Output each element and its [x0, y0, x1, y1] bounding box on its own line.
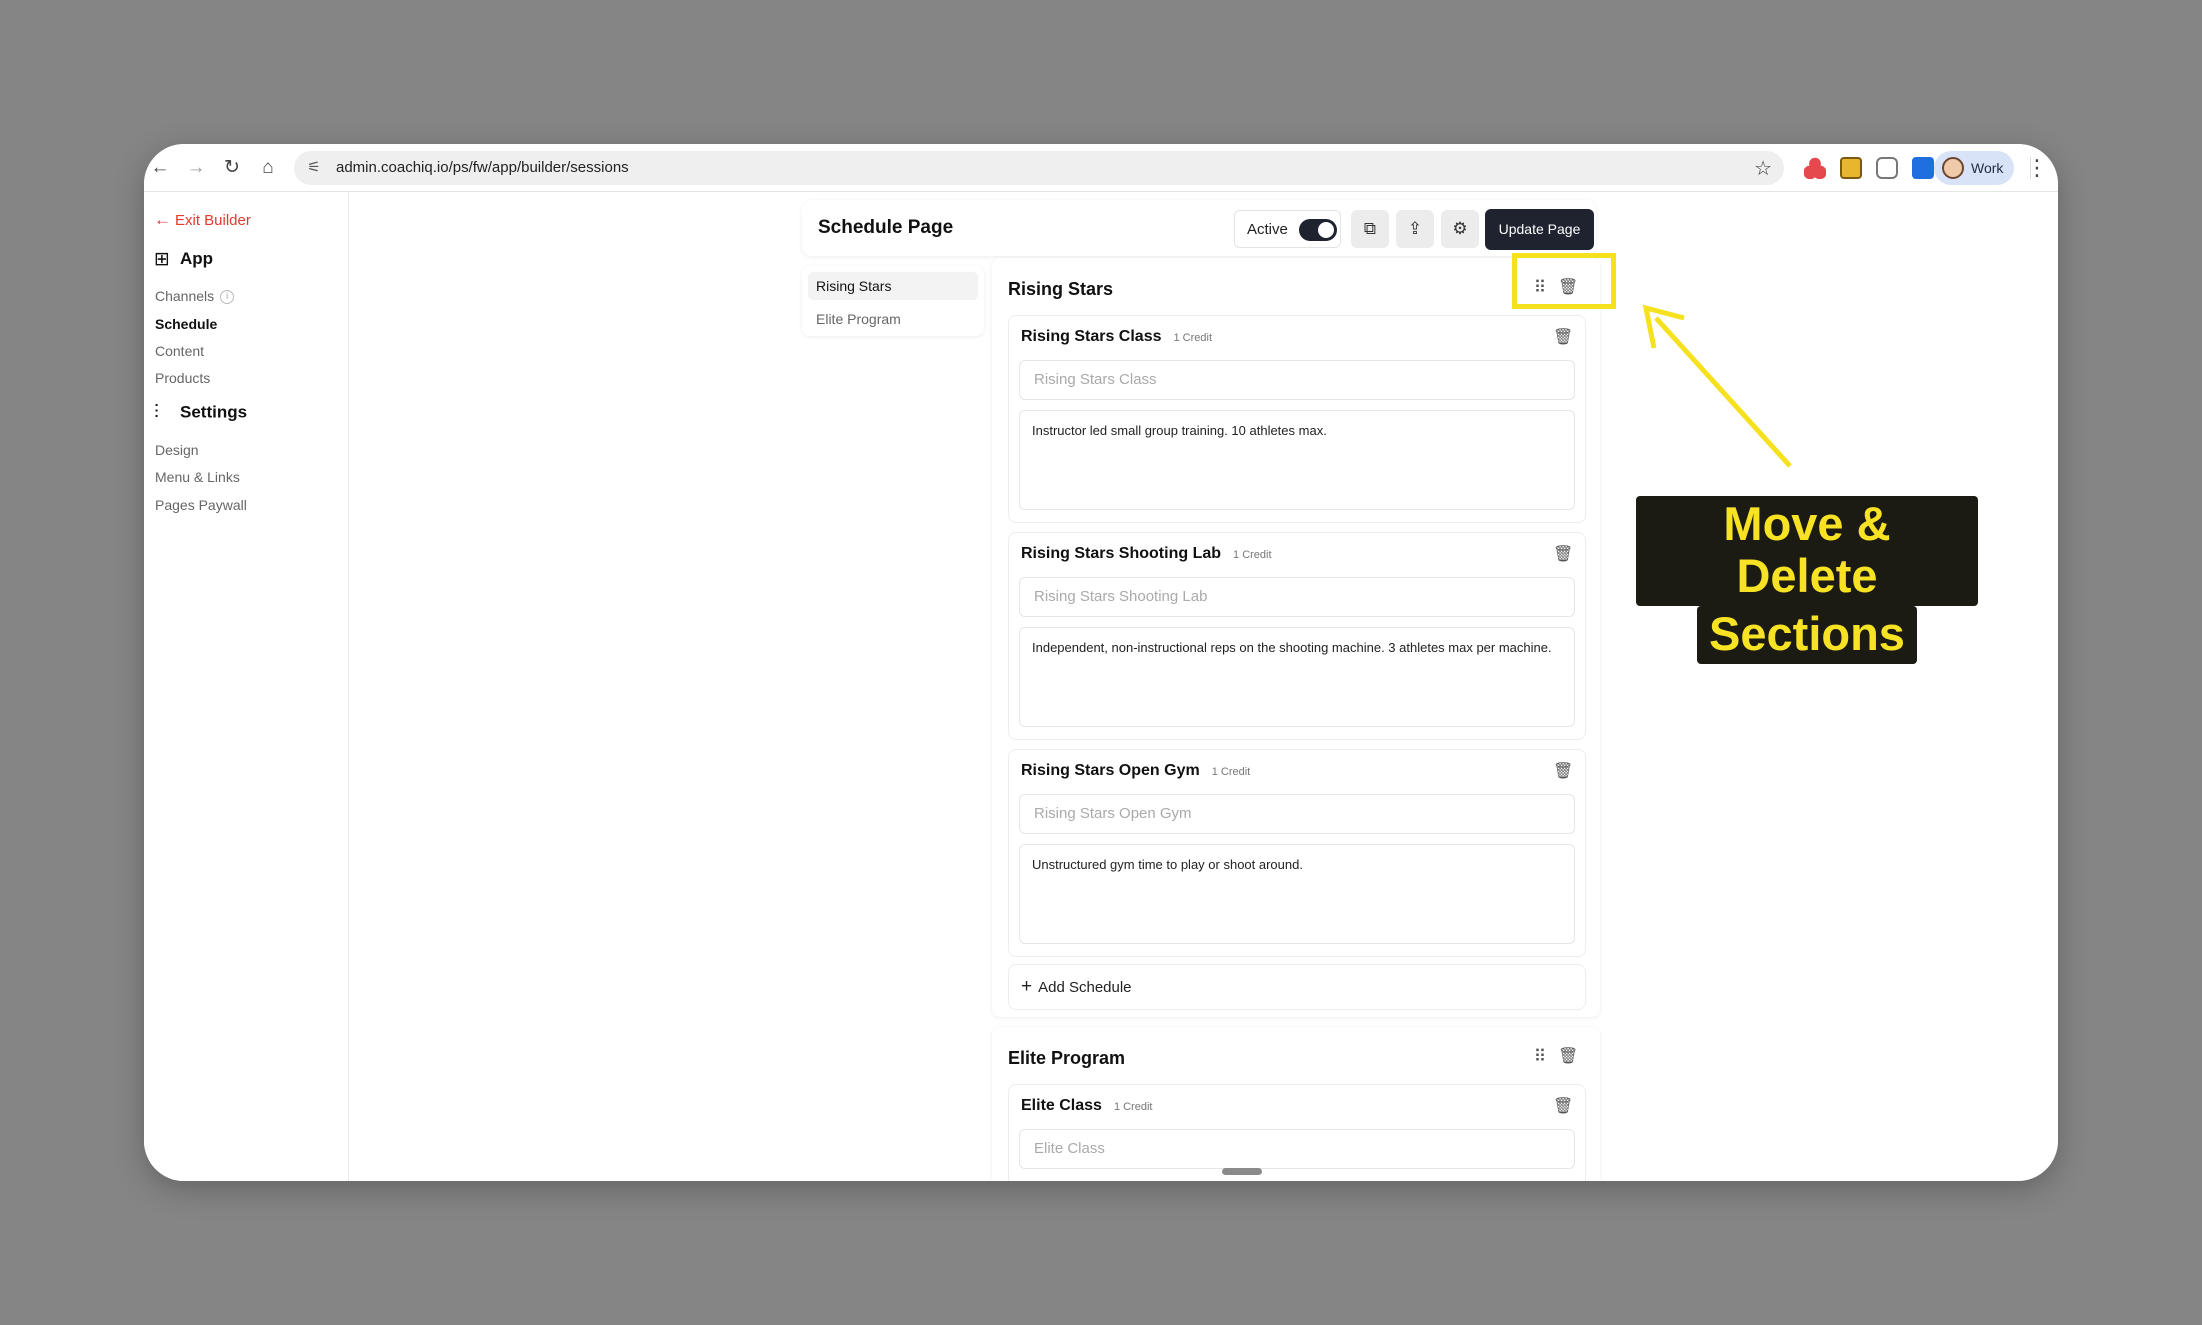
browser-toolbar: ← → ↻ ⌂ ⚟ admin.coachiq.io/ps/fw/app/bui… — [144, 144, 2058, 192]
section-rising-stars: Rising Stars ⠿ 🗑 Rising Stars Class 1 Cre… — [992, 258, 1600, 1017]
sidebar-item-pages-paywall[interactable]: Pages Paywall — [155, 497, 247, 513]
profile-label: Work — [1971, 160, 2004, 176]
settings-button[interactable]: ⚙ — [1441, 210, 1479, 248]
schedule-item-title: Rising Stars Open Gym 1 Credit — [1021, 762, 1251, 779]
page-header: Schedule Page Active ⧉ ⇪ ⚙ Update Page — [802, 200, 1596, 256]
sidebar-item-design[interactable]: Design — [155, 442, 199, 458]
plus-icon: + — [1021, 976, 1033, 997]
tab-elite-program[interactable]: Elite Program — [808, 305, 978, 333]
sidebar-item-content[interactable]: Content — [155, 343, 204, 359]
schedule-item: Rising Stars Class 1 Credit 🗑 Rising Star… — [1008, 315, 1586, 523]
callout-line-1: Move & Delete — [1636, 496, 1978, 606]
schedule-item-title: Elite Class 1 Credit — [1021, 1097, 1153, 1114]
callout-line-2: Sections — [1697, 606, 1917, 664]
address-bar[interactable]: ⚟ admin.coachiq.io/ps/fw/app/builder/ses… — [294, 151, 1784, 185]
forward-icon[interactable]: → — [184, 156, 208, 180]
url-text[interactable]: admin.coachiq.io/ps/fw/app/builder/sessi… — [336, 159, 629, 176]
arrow-left-icon: ← — [154, 210, 171, 229]
drag-handle-icon[interactable]: ⠿ — [1532, 1046, 1548, 1068]
browser-menu-icon[interactable]: ⋮ — [2026, 154, 2048, 182]
sidebar-item-channels[interactable]: Channels i — [155, 288, 235, 305]
credit-badge: 1 Credit — [1113, 1101, 1153, 1113]
extension-yellow-icon[interactable] — [1840, 157, 1862, 179]
back-icon[interactable]: ← — [148, 156, 172, 180]
info-icon: i — [220, 290, 235, 305]
update-page-button[interactable]: Update Page — [1485, 209, 1594, 250]
exit-builder-link[interactable]: ← Exit Builder — [154, 210, 251, 230]
delete-item-icon[interactable]: 🗑 — [1553, 327, 1573, 349]
schedule-item-title: Rising Stars Shooting Lab 1 Credit — [1021, 545, 1272, 562]
schedule-description-field[interactable]: Unstructured gym time to play or shoot a… — [1019, 844, 1575, 944]
annotation-callout: Move & Delete Sections — [1636, 496, 1978, 664]
delete-item-icon[interactable]: 🗑 — [1553, 544, 1573, 566]
section-elite-program: Elite Program ⠿ 🗑 Elite Class 1 Credit 🗑 … — [992, 1027, 1600, 1181]
extension-camera-icon[interactable] — [1876, 157, 1898, 179]
tab-rising-stars[interactable]: Rising Stars — [808, 272, 978, 300]
section-title: Elite Program — [1008, 1048, 1126, 1068]
credit-badge: 1 Credit — [1211, 766, 1251, 778]
site-settings-icon[interactable]: ⚟ — [304, 158, 324, 178]
section-tabs: Rising Stars Elite Program — [802, 266, 984, 336]
share-button[interactable]: ⇪ — [1396, 210, 1434, 248]
sidebar-item-menu-links[interactable]: Menu & Links — [155, 469, 240, 485]
schedule-description-field[interactable]: Independent, non-instructional reps on t… — [1019, 627, 1575, 727]
schedule-description-field[interactable]: Instructor led small group training. 10 … — [1019, 410, 1575, 510]
page-title: Schedule Page — [818, 217, 954, 238]
active-toggle-box[interactable]: Active — [1234, 210, 1341, 248]
horizontal-scrollbar[interactable] — [1222, 1168, 1262, 1175]
active-label: Active — [1247, 221, 1288, 238]
profile-chip[interactable]: Work — [1934, 151, 2014, 185]
delete-section-icon[interactable]: 🗑 — [1558, 1046, 1578, 1068]
reload-icon[interactable]: ↻ — [220, 156, 244, 180]
apps-grid-icon: ⊞ — [154, 249, 170, 270]
sidebar-item-products[interactable]: Products — [155, 370, 210, 386]
add-schedule-button[interactable]: + Add Schedule — [1008, 964, 1586, 1010]
home-icon[interactable]: ⌂ — [256, 156, 280, 180]
sliders-icon: ⫶ — [154, 402, 159, 423]
builder-sidebar: ← Exit Builder ⊞ App Channels i Schedule Co… — [144, 192, 349, 1181]
schedule-item: Rising Stars Shooting Lab 1 Credit 🗑 Risi… — [1008, 532, 1586, 740]
schedule-name-input[interactable]: Rising Stars Open Gym — [1019, 794, 1575, 834]
avatar — [1942, 157, 1964, 179]
active-toggle[interactable] — [1299, 219, 1337, 241]
settings-heading: ⫶ Settings — [154, 402, 248, 423]
delete-item-icon[interactable]: 🗑 — [1553, 761, 1573, 783]
credit-badge: 1 Credit — [1173, 332, 1213, 344]
extension-asana-icon[interactable] — [1804, 157, 1826, 179]
schedule-item-title: Rising Stars Class 1 Credit — [1021, 328, 1213, 345]
extension-blue-icon[interactable] — [1912, 157, 1934, 179]
schedule-item: Rising Stars Open Gym 1 Credit 🗑 Rising S… — [1008, 749, 1586, 957]
schedule-item: Elite Class 1 Credit 🗑 Elite Class — [1008, 1084, 1586, 1181]
delete-item-icon[interactable]: 🗑 — [1553, 1096, 1573, 1118]
copy-icon: ⧉ — [1363, 219, 1377, 238]
annotation-highlight-box — [1512, 253, 1616, 309]
schedule-name-input[interactable]: Rising Stars Class — [1019, 360, 1575, 400]
bookmark-star-icon[interactable]: ☆ — [1754, 156, 1772, 181]
duplicate-button[interactable]: ⧉ — [1351, 210, 1389, 248]
share-icon: ⇪ — [1407, 219, 1423, 238]
schedule-name-input[interactable]: Rising Stars Shooting Lab — [1019, 577, 1575, 617]
credit-badge: 1 Credit — [1233, 549, 1272, 561]
gear-icon: ⚙ — [1452, 219, 1468, 238]
section-title: Rising Stars — [1008, 279, 1114, 299]
sidebar-item-schedule[interactable]: Schedule — [155, 316, 217, 332]
schedule-name-input[interactable]: Elite Class — [1019, 1129, 1575, 1169]
app-heading: ⊞ App — [154, 248, 214, 270]
